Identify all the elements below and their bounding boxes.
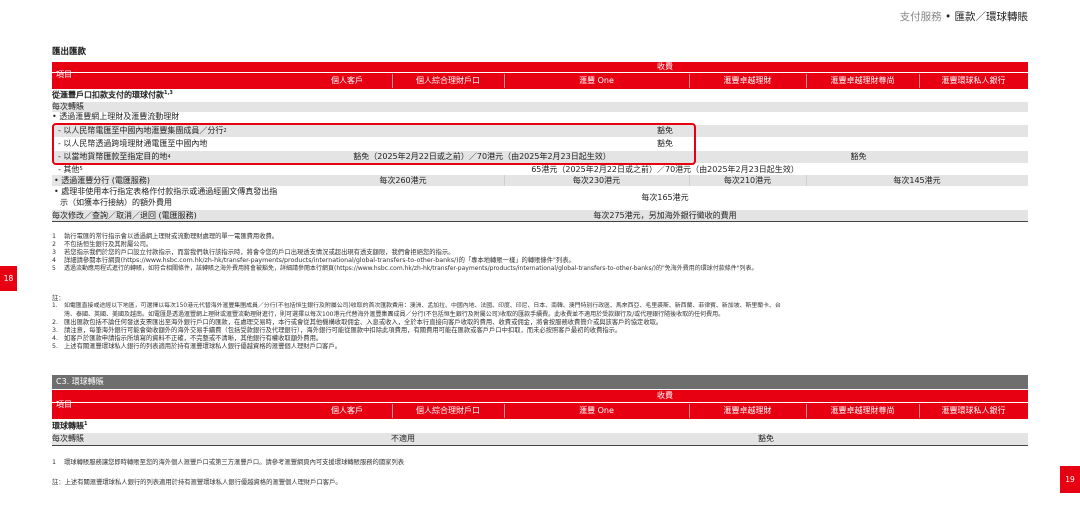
- r4-value: 65港元（2025年2月22日或之前）／70港元（由2025年2月23日起生效）: [531, 164, 799, 174]
- r6-label-2: 示（如獲本行接納）的額外費用: [60, 198, 172, 207]
- col-premier: 滙豐卓越理財: [723, 76, 772, 85]
- column-header-row: 項目 個人客戶 個人綜合理財戶口 滙豐 One 滙豐卓越理財 滙豐卓越理財尊尚 …: [52, 70, 1028, 89]
- r5-value-3: 每次210港元: [723, 175, 772, 185]
- s2-per-transfer-label: 每次轉賬: [52, 434, 84, 443]
- r7-value: 每次275港元，另加海外銀行徵收的費用: [593, 210, 737, 220]
- s2-item-label: 項目: [56, 400, 72, 409]
- r5-value-4: 每次145港元: [893, 175, 941, 185]
- s2-col-one: 滙豐 One: [579, 406, 614, 415]
- r5-label: • 透過滙豐分行 (電匯服務): [54, 175, 151, 185]
- s2-fee-label: 收費: [657, 391, 673, 400]
- s2-col-premier: 滙豐卓越理財: [723, 406, 772, 415]
- per-transfer-label: 每次轉賬: [52, 102, 84, 111]
- highlight-box: [52, 123, 696, 165]
- row-non-standard-instruction: • 處理非使用本行指定表格作付款指示或通過經圖文傳真發出指 示（如獲本行接納）的…: [52, 186, 1028, 210]
- r5-value-2: 每次230港元: [572, 175, 621, 185]
- s2-value-right: 豁免: [758, 434, 774, 443]
- s2-value-left: 不適用: [391, 434, 415, 443]
- page-number-left: 18: [0, 266, 17, 291]
- section2-title: C3. 環球轉賬: [56, 377, 104, 386]
- s2-footnote-1: 1 環球轉賬服務讓您即時轉賬至您的海外個人滙豐戶口或第三方滙豐戶口。請參考滙豐網頁…: [52, 459, 405, 466]
- page-header: 支付服務 • 匯款／環球轉賬: [900, 11, 1028, 24]
- table-bottom-rule: [52, 221, 1028, 222]
- note-1: 1. 如電匯直接或途經以下地區，可選擇以每次150港元代替海外滙豐集團成員／分行(…: [52, 303, 781, 309]
- online-banking-line: • 透過滙豐網上理財及滙豐流動理財: [52, 112, 180, 121]
- note-5: 5. 上述有關滙豐環球私人銀行的列表適用於持有滙豐環球私人銀行優越資格的滙豐個人理…: [52, 343, 342, 350]
- footnote-3: 3 若您指示我們於您的戶口設立付款指示，而當我們執行該指示時，將會令您的戶口出現透…: [52, 249, 455, 256]
- footnote-5: 5 透過流動應用程式進行的轉賬，如符合相關條件，該轉賬之海外費用將會被豁免，詳細請…: [52, 265, 758, 272]
- r4-label: - 其他 5: [58, 164, 83, 174]
- note-3: 3. 請注意，每筆海外銀行可能會徵收額外的海外交易手續費（包括受款銀行及代理銀行）…: [52, 327, 622, 334]
- r6-value: 每次165港元: [641, 193, 689, 202]
- row-branch-telegraphic: • 透過滙豐分行 (電匯服務) 每次260港元 每次230港元 每次210港元 …: [52, 175, 1028, 186]
- s2-col-private-bank: 滙豐環球私人銀行: [941, 406, 1006, 415]
- col-premier-elite: 滙豐卓越理財尊尚: [830, 76, 895, 85]
- col-personal: 個人客戶: [331, 76, 363, 85]
- header-bullet: •: [944, 11, 952, 23]
- footnote-2: 2 不包括恒生銀行及其附屬公司。: [52, 241, 153, 248]
- r5-value-1: 每次260港元: [379, 175, 427, 185]
- row-amendment: 每次修改／查詢／取消／退回 (電匯服務) 每次275港元，另加海外銀行徵收的費用: [52, 210, 1028, 221]
- header-category: 支付服務: [899, 11, 942, 23]
- note-2: 2. 匯出匯款包括不論任何發送支票匯出至海外銀行戶口的匯款，在處理交易時，本行或會…: [52, 319, 663, 326]
- section-title-global-transfer-bar: C3. 環球轉賬: [52, 375, 1028, 389]
- r7-label: 每次修改／查詢／取消／退回 (電匯服務): [52, 210, 197, 220]
- footnote-4: 4 詳細請參閱本行網頁(https://www.hsbc.com.hk/zh-hk…: [52, 257, 575, 264]
- s2-column-header-row: 項目 個人客戶 個人綜合理財戶口 滙豐 One 滙豐卓越理財 滙豐卓越理財尊尚 …: [52, 400, 1028, 419]
- section-title-outward-remittance: 匯出匯款: [52, 47, 87, 57]
- s2-subheading: 環球轉賬1: [52, 421, 88, 431]
- page-number-right: 19: [1060, 466, 1080, 493]
- s2-row-per-transfer: 每次轉賬 不適用 豁免: [52, 433, 1028, 445]
- row-per-transfer: 每次轉賬: [52, 102, 1028, 112]
- fee-label: 收費: [657, 62, 673, 71]
- header-title: 匯款／環球轉賬: [954, 11, 1029, 23]
- subheading-global-payment: 從滙豐戶口扣款支付的環球付款1,3: [52, 90, 173, 100]
- s2-table-bottom-rule: [52, 445, 1028, 446]
- s2-col-personal: 個人客戶: [331, 406, 363, 415]
- notes-title: 註：: [52, 295, 65, 302]
- footnote-1: 1 執行電匯的常行指示會以透過網上理財或流動理財處理的單一電匯費用收費。: [52, 233, 279, 240]
- col-integrated: 個人綜合理財戶口: [416, 76, 480, 85]
- s2-note: 註：上述有關滙豐環球私人銀行的列表適用於持有滙豐環球私人銀行優越資格的滙豐個人理…: [52, 479, 342, 486]
- s2-col-premier-elite: 滙豐卓越理財尊尚: [830, 406, 895, 415]
- note-1-cont: 灣、泰國、英國、美國及越南。如電匯是透過滙豐網上理財或滙豐流動理財進行，則可選擇…: [64, 311, 725, 318]
- r3-value-right: 豁免: [850, 152, 867, 161]
- r6-label-1: • 處理非使用本行指定表格作付款指示或通過經圖文傳真發出指: [54, 187, 278, 196]
- note-4: 4. 如客戶於匯款申請指示所填寫的資料不正確，不完整或不清晰，其他銀行有權收取額外…: [52, 335, 323, 342]
- item-label: 項目: [56, 70, 72, 79]
- row-others: - 其他 5 65港元（2025年2月22日或之前）／70港元（由2025年2月2…: [52, 164, 1028, 175]
- col-private-bank: 滙豐環球私人銀行: [941, 76, 1006, 85]
- s2-col-integrated: 個人綜合理財戶口: [416, 406, 480, 415]
- col-one: 滙豐 One: [579, 76, 614, 85]
